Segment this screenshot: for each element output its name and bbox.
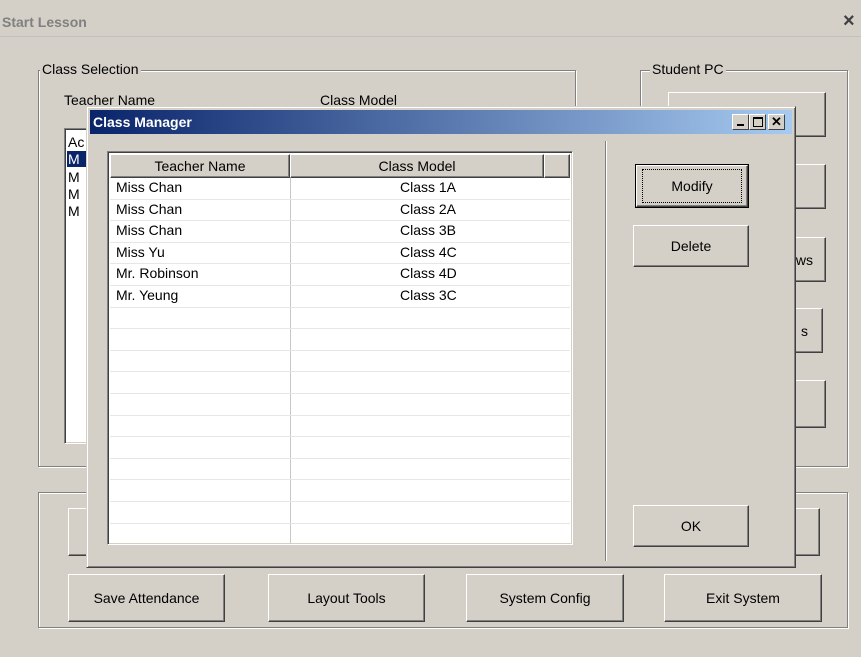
modify-label: Modify <box>642 169 742 203</box>
dialog-titlebar[interactable]: Class Manager ✕ <box>90 110 792 134</box>
table-row[interactable] <box>110 437 570 459</box>
table-row[interactable]: Mr. Yeung Class 3C <box>110 286 570 308</box>
list-item[interactable]: Ac <box>68 134 84 150</box>
student-pc-button-4-label: s <box>801 322 808 339</box>
ok-button[interactable]: OK <box>633 505 749 547</box>
class-manager-dialog: Class Manager ✕ Teacher Name Class Model… <box>86 106 796 568</box>
table-row[interactable]: Miss Chan Class 3B <box>110 221 570 243</box>
layout-tools-button[interactable]: Layout Tools <box>268 574 425 622</box>
save-attendance-button[interactable]: Save Attendance <box>68 574 225 622</box>
class-selection-legend: Class Selection <box>40 61 141 77</box>
minimize-icon[interactable] <box>732 114 749 130</box>
table-row[interactable] <box>110 329 570 351</box>
table-row[interactable]: Mr. Robinson Class 4D <box>110 264 570 286</box>
grid-header: Teacher Name Class Model <box>110 154 570 178</box>
class-grid[interactable]: Teacher Name Class Model Miss Chan Class… <box>107 151 573 545</box>
close-icon[interactable]: ✕ <box>768 114 785 130</box>
column-header-class[interactable]: Class Model <box>290 154 544 178</box>
main-window-title: Start Lesson <box>2 14 87 30</box>
delete-label: Delete <box>670 238 712 254</box>
student-pc-button-3-label: ws <box>795 251 813 268</box>
cell-class: Class 4D <box>400 265 457 282</box>
cell-class: Class 1A <box>400 179 457 195</box>
table-row[interactable] <box>110 502 570 524</box>
ok-label: OK <box>680 518 702 534</box>
table-row[interactable] <box>110 416 570 438</box>
table-row[interactable] <box>110 308 570 330</box>
modify-button[interactable]: Modify <box>635 164 749 208</box>
cell-teacher: Miss Chan <box>116 179 183 195</box>
exit-system-button[interactable]: Exit System <box>664 574 822 622</box>
cell-teacher: Miss Yu <box>116 243 165 260</box>
list-item[interactable]: M <box>68 203 80 219</box>
table-row[interactable] <box>110 372 570 394</box>
cell-class: Class 3B <box>400 222 457 239</box>
system-config-button[interactable]: System Config <box>466 574 624 622</box>
table-row[interactable]: Miss Chan Class 2A <box>110 200 570 222</box>
table-row[interactable] <box>110 524 570 545</box>
cell-class: Class 3C <box>400 286 457 303</box>
exit-system-label: Exit System <box>706 590 780 606</box>
cell-class: Class 2A <box>400 200 457 217</box>
table-row[interactable] <box>110 459 570 481</box>
cell-teacher: Mr. Yeung <box>116 286 179 303</box>
cell-class: Class 4C <box>400 243 457 260</box>
table-row[interactable] <box>110 480 570 502</box>
main-titlebar[interactable]: Start Lesson × <box>0 8 861 37</box>
maximize-icon[interactable] <box>749 114 766 130</box>
cell-teacher: Mr. Robinson <box>116 265 199 282</box>
delete-button[interactable]: Delete <box>633 225 749 267</box>
dialog-separator <box>605 141 606 561</box>
save-attendance-label: Save Attendance <box>93 590 200 606</box>
column-header-class-label: Class Model <box>378 158 456 174</box>
table-row[interactable]: Miss Chan Class 1A <box>110 178 570 200</box>
list-item[interactable]: M <box>68 186 80 202</box>
cell-teacher: Miss Chan <box>116 200 183 217</box>
table-row[interactable]: Miss Yu Class 4C <box>110 243 570 265</box>
column-header-teacher-label: Teacher Name <box>154 158 246 174</box>
system-config-label: System Config <box>499 590 591 606</box>
layout-tools-label: Layout Tools <box>307 590 386 606</box>
student-pc-legend: Student PC <box>650 61 726 77</box>
close-icon[interactable]: × <box>843 10 855 33</box>
table-row[interactable] <box>110 351 570 373</box>
grid-body: Miss Chan Class 1A Miss Chan Class 2A Mi… <box>110 178 570 545</box>
column-header-filler <box>544 154 570 178</box>
table-row[interactable] <box>110 394 570 416</box>
list-item[interactable]: M <box>68 169 80 185</box>
column-header-teacher[interactable]: Teacher Name <box>110 154 290 178</box>
cell-teacher: Miss Chan <box>116 222 183 239</box>
dialog-title: Class Manager <box>93 114 192 130</box>
